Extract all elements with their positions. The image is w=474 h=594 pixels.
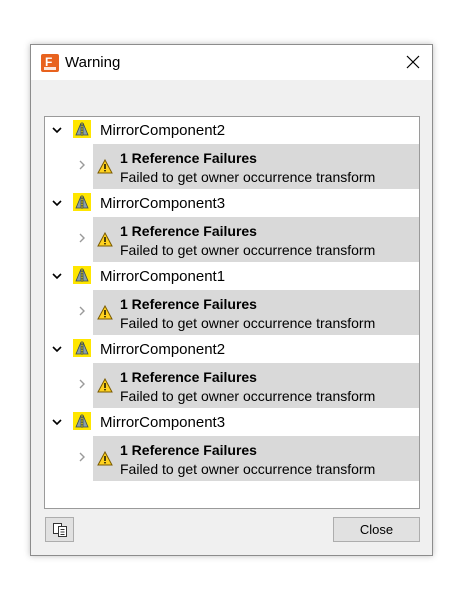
warning-dialog: F Warning MirrorComponent2 1 Reference F… bbox=[30, 44, 433, 556]
tree-group: MirrorComponent2 1 Reference Failures Fa… bbox=[45, 336, 419, 409]
failure-item[interactable]: 1 Reference Failures Failed to get owner… bbox=[93, 290, 419, 335]
component-label: MirrorComponent1 bbox=[100, 268, 226, 285]
tree-child-row[interactable]: 1 Reference Failures Failed to get owner… bbox=[45, 362, 419, 409]
mirror-icon bbox=[73, 412, 91, 430]
chevron-right-icon[interactable] bbox=[77, 450, 87, 464]
chevron-down-icon[interactable] bbox=[51, 343, 63, 355]
failure-item[interactable]: 1 Reference Failures Failed to get owner… bbox=[93, 436, 419, 481]
component-label: MirrorComponent3 bbox=[100, 414, 226, 431]
close-icon[interactable] bbox=[404, 53, 422, 71]
tree-child-row[interactable]: 1 Reference Failures Failed to get owner… bbox=[45, 143, 419, 190]
tree-parent-row[interactable]: MirrorComponent3 bbox=[45, 190, 419, 216]
chevron-down-icon[interactable] bbox=[51, 197, 63, 209]
chevron-down-icon[interactable] bbox=[51, 416, 63, 428]
mirror-icon bbox=[73, 266, 91, 284]
warning-icon bbox=[97, 159, 113, 174]
warning-icon bbox=[97, 305, 113, 320]
chevron-down-icon[interactable] bbox=[51, 124, 63, 136]
failure-item[interactable]: 1 Reference Failures Failed to get owner… bbox=[93, 144, 419, 189]
failure-message: Failed to get owner occurrence transform bbox=[120, 242, 376, 258]
chevron-right-icon[interactable] bbox=[77, 377, 87, 391]
tree-group: MirrorComponent3 1 Reference Failures Fa… bbox=[45, 190, 419, 263]
copy-icon bbox=[53, 523, 67, 537]
close-button[interactable]: Close bbox=[333, 517, 420, 542]
warning-icon bbox=[97, 232, 113, 247]
chevron-right-icon[interactable] bbox=[77, 304, 87, 318]
component-label: MirrorComponent3 bbox=[100, 195, 226, 212]
tree-parent-row[interactable]: MirrorComponent3 bbox=[45, 409, 419, 435]
title-bar: F Warning bbox=[31, 45, 432, 80]
warnings-tree[interactable]: MirrorComponent2 1 Reference Failures Fa… bbox=[44, 116, 420, 509]
failure-title: 1 Reference Failures bbox=[120, 296, 257, 312]
mirror-icon bbox=[73, 193, 91, 211]
failure-message: Failed to get owner occurrence transform bbox=[120, 388, 376, 404]
fusion-app-icon: F bbox=[41, 54, 59, 72]
tree-parent-row[interactable]: MirrorComponent1 bbox=[45, 263, 419, 289]
tree-parent-row[interactable]: MirrorComponent2 bbox=[45, 117, 419, 143]
failure-item[interactable]: 1 Reference Failures Failed to get owner… bbox=[93, 363, 419, 408]
warning-icon bbox=[97, 451, 113, 466]
failure-item[interactable]: 1 Reference Failures Failed to get owner… bbox=[93, 217, 419, 262]
failure-title: 1 Reference Failures bbox=[120, 442, 257, 458]
tree-child-row[interactable]: 1 Reference Failures Failed to get owner… bbox=[45, 289, 419, 336]
mirror-icon bbox=[73, 339, 91, 357]
tree-child-row[interactable]: 1 Reference Failures Failed to get owner… bbox=[45, 435, 419, 482]
tree-group: MirrorComponent2 1 Reference Failures Fa… bbox=[45, 117, 419, 190]
mirror-icon bbox=[73, 120, 91, 138]
chevron-right-icon[interactable] bbox=[77, 158, 87, 172]
failure-title: 1 Reference Failures bbox=[120, 223, 257, 239]
component-label: MirrorComponent2 bbox=[100, 341, 226, 358]
warning-icon bbox=[97, 378, 113, 393]
tree-group: MirrorComponent3 1 Reference Failures Fa… bbox=[45, 409, 419, 482]
failure-title: 1 Reference Failures bbox=[120, 150, 257, 166]
dialog-title: Warning bbox=[65, 54, 121, 71]
tree-child-row[interactable]: 1 Reference Failures Failed to get owner… bbox=[45, 216, 419, 263]
chevron-right-icon[interactable] bbox=[77, 231, 87, 245]
copy-button[interactable] bbox=[45, 517, 74, 542]
component-label: MirrorComponent2 bbox=[100, 122, 226, 139]
tree-parent-row[interactable]: MirrorComponent2 bbox=[45, 336, 419, 362]
tree-group: MirrorComponent1 1 Reference Failures Fa… bbox=[45, 263, 419, 336]
failure-message: Failed to get owner occurrence transform bbox=[120, 315, 376, 331]
chevron-down-icon[interactable] bbox=[51, 270, 63, 282]
failure-title: 1 Reference Failures bbox=[120, 369, 257, 385]
failure-message: Failed to get owner occurrence transform bbox=[120, 461, 376, 477]
failure-message: Failed to get owner occurrence transform bbox=[120, 169, 376, 185]
